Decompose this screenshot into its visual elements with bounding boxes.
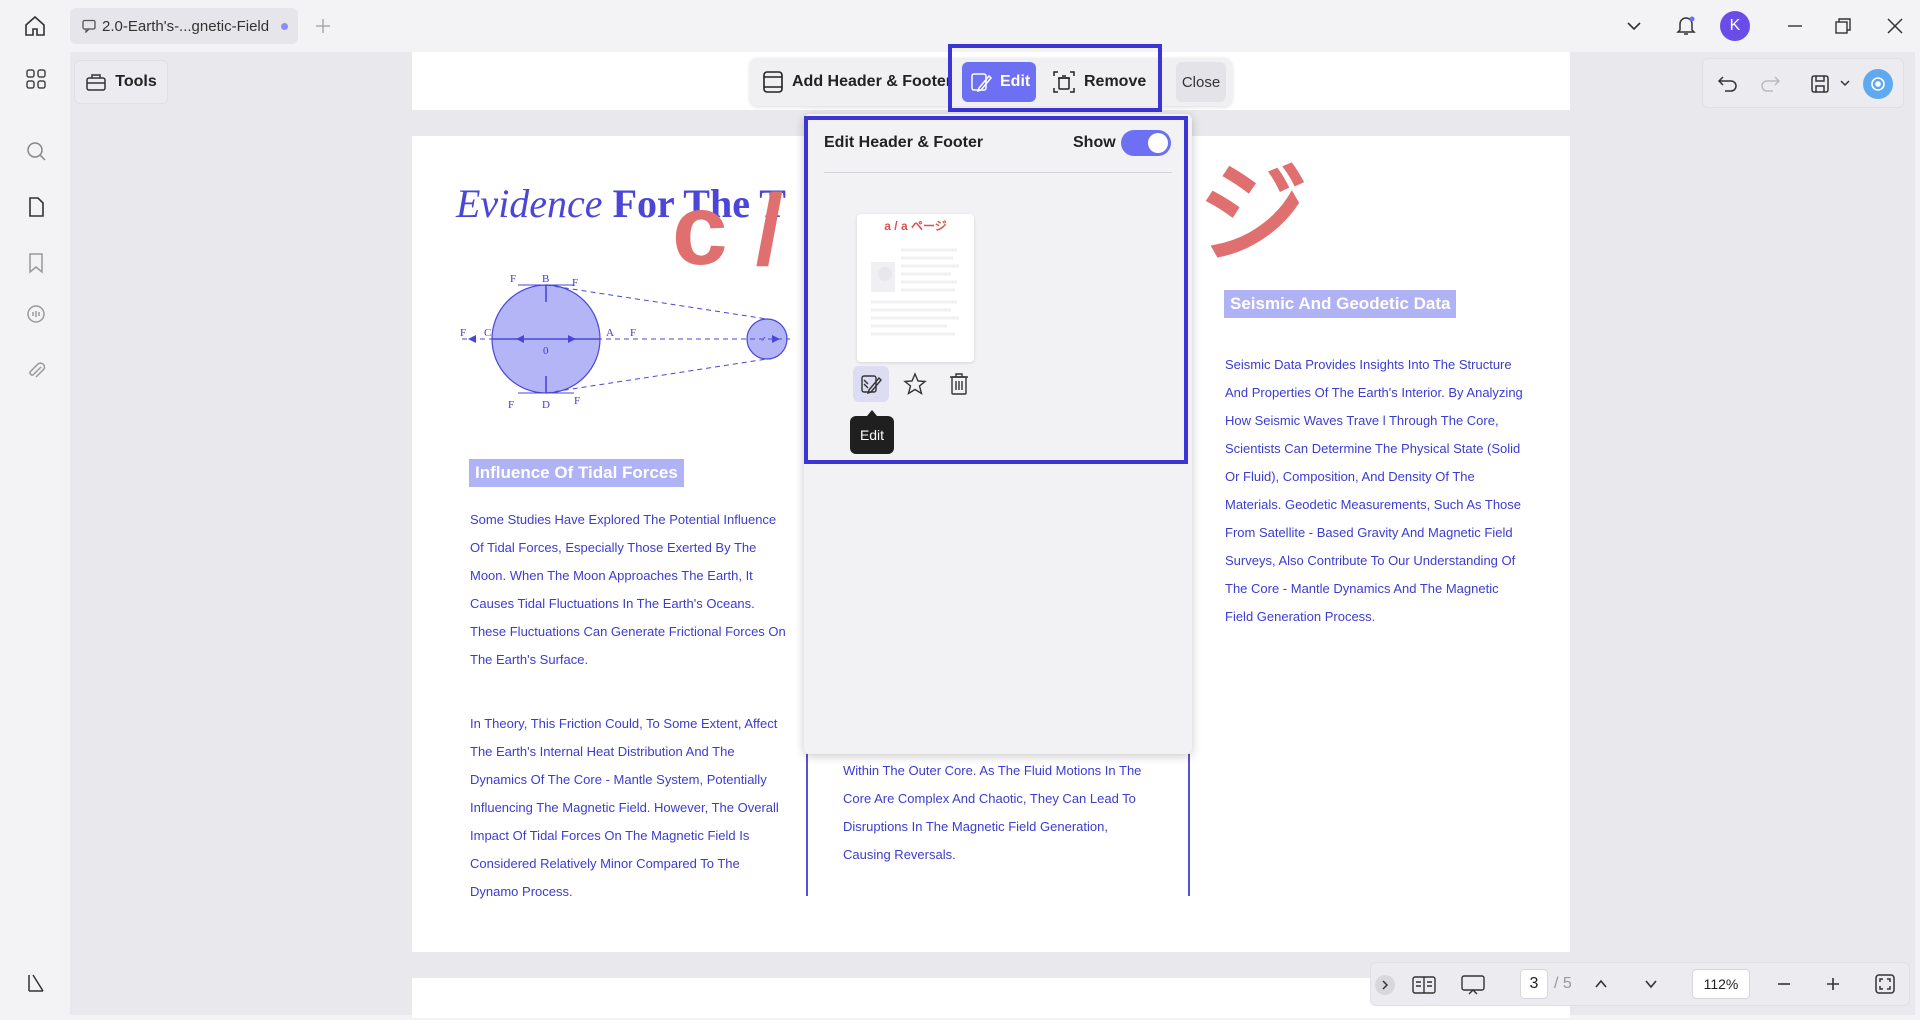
unsaved-dot <box>281 22 289 30</box>
comment-list-icon[interactable] <box>23 302 49 328</box>
column-border-left <box>806 754 808 896</box>
tools-button[interactable]: Tools <box>74 60 168 104</box>
restore-icon[interactable] <box>1832 15 1854 37</box>
home-icon[interactable] <box>22 13 48 39</box>
comment-icon <box>82 19 96 33</box>
search-icon[interactable] <box>23 138 49 164</box>
header-watermark-left: c / <box>672 174 784 286</box>
tidal-force-diagram: B D C A 0 F F F F F F ♂ <box>458 266 794 416</box>
diagram-moon-label: ♂ <box>760 334 767 344</box>
avatar[interactable]: K <box>1720 11 1750 41</box>
diagram-label-a: A <box>606 327 614 339</box>
diagram-label-f5: F <box>630 327 636 339</box>
save-icon[interactable] <box>1807 71 1833 97</box>
diagram-label-f2: F <box>572 277 578 289</box>
page-layout-icon[interactable] <box>1411 973 1437 997</box>
header-footer-icon <box>763 71 783 93</box>
diagram-label-d: D <box>542 399 550 411</box>
section-heading-seismic: Seismic And Geodetic Data <box>1224 290 1457 318</box>
diagram-label-f3: F <box>508 399 514 411</box>
next-page-icon[interactable] <box>1640 973 1662 995</box>
attachment-icon[interactable] <box>23 358 49 384</box>
paragraph-middle: Within The Outer Core. As The Fluid Moti… <box>843 763 1142 862</box>
save-options-chevron-icon[interactable] <box>1837 75 1853 91</box>
close-window-icon[interactable] <box>1884 15 1906 37</box>
presentation-icon[interactable] <box>1459 973 1487 997</box>
edit-remove-highlight-frame <box>948 44 1162 112</box>
diagram-label-f1: F <box>510 273 516 285</box>
zoom-in-icon[interactable] <box>1822 973 1844 995</box>
bookmark-icon[interactable] <box>23 250 49 276</box>
paragraph-seismic: Seismic Data Provides Insights Into The … <box>1225 357 1523 624</box>
fit-page-icon[interactable] <box>1872 971 1898 997</box>
diagram-label-origin: 0 <box>543 345 549 357</box>
redo-icon[interactable] <box>1757 71 1783 97</box>
diagram-label-c: C <box>484 327 491 339</box>
paragraph-tidal-1: Some Studies Have Explored The Potential… <box>470 512 786 667</box>
add-header-footer-label: Add Header & Footer <box>792 73 953 90</box>
add-header-footer-button[interactable]: Add Header & Footer <box>762 62 952 102</box>
diagram-label-b: B <box>542 273 549 285</box>
panel-highlight-frame <box>804 116 1188 464</box>
paragraph-tidal-2: In Theory, This Friction Could, To Some … <box>470 716 779 899</box>
expand-chevron-icon[interactable] <box>1375 975 1395 995</box>
chevron-down-icon[interactable] <box>1623 15 1645 37</box>
ai-assistant-icon[interactable] <box>1863 69 1893 99</box>
undo-icon[interactable] <box>1715 71 1741 97</box>
header-watermark-right: ジ <box>1198 153 1308 276</box>
apps-grid-icon[interactable] <box>23 66 49 92</box>
minimize-icon[interactable] <box>1784 15 1806 37</box>
page-total: / 5 <box>1554 975 1572 992</box>
bell-icon[interactable] <box>1673 12 1699 38</box>
tools-label: Tools <box>115 73 157 90</box>
zoom-out-icon[interactable] <box>1773 973 1795 995</box>
page-icon[interactable] <box>23 194 49 220</box>
left-sidebar <box>6 52 66 1015</box>
diagram-label-f4: F <box>574 395 580 407</box>
previous-page-icon[interactable] <box>1590 973 1612 995</box>
right-toolbar <box>1702 58 1904 108</box>
section-heading-tidal: Influence Of Tidal Forces <box>469 459 684 487</box>
tab-title: 2.0-Earth's-...gnetic-Field <box>102 17 270 35</box>
toolbox-icon <box>86 74 106 91</box>
title-italic: Evidence <box>456 181 603 226</box>
new-tab-icon[interactable] <box>312 15 334 37</box>
close-button[interactable]: Close <box>1176 62 1226 102</box>
document-tab[interactable]: 2.0-Earth's-...gnetic-Field <box>70 8 298 44</box>
page-number-input[interactable]: 3 <box>1520 969 1548 999</box>
diagram-label-f6: F <box>460 327 466 339</box>
zoom-level[interactable]: 112% <box>1692 969 1750 999</box>
sidebar-toggle-icon[interactable] <box>23 970 49 996</box>
column-border-right <box>1188 754 1190 896</box>
